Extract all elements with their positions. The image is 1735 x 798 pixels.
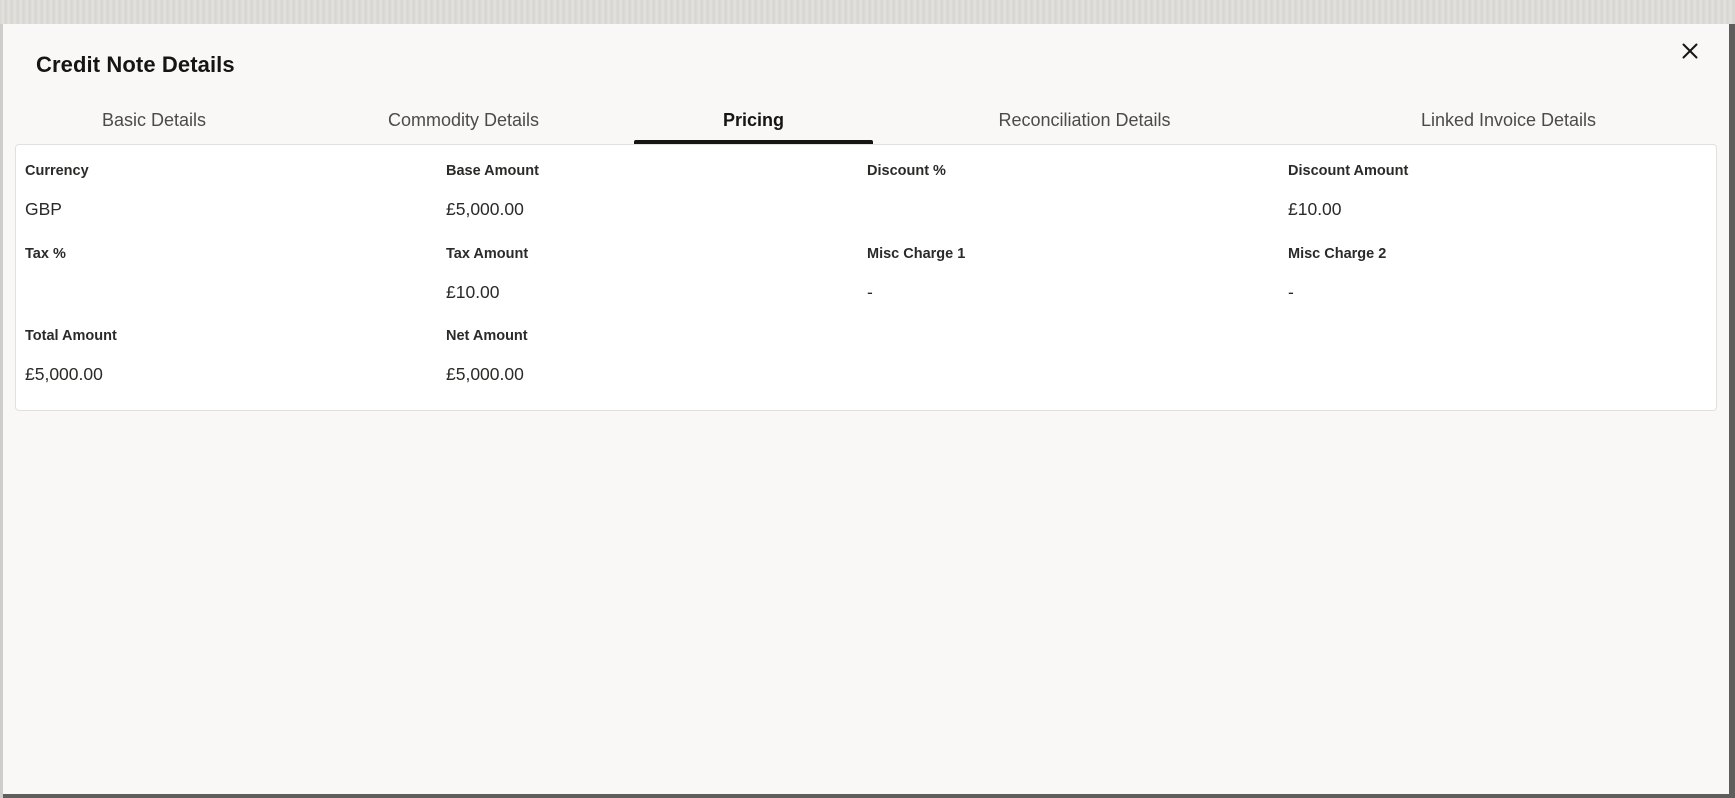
field-total-amount: Total Amount £5,000.00 — [25, 326, 425, 385]
field-label: Net Amount — [446, 328, 528, 344]
tab-label: Linked Invoice Details — [1420, 110, 1597, 130]
field-value — [25, 281, 425, 303]
field-value: GBP — [25, 199, 62, 219]
field-label: Tax Amount — [446, 246, 529, 262]
field-label: Base Amount — [446, 163, 539, 179]
tab-reconciliation-details[interactable]: Reconciliation Details — [873, 100, 1296, 144]
field-net-amount: Net Amount £5,000.00 — [446, 326, 846, 385]
field-value: £10.00 — [446, 282, 500, 302]
field-discount-percent: Discount % — [867, 161, 1267, 220]
field-value: £5,000.00 — [25, 364, 103, 384]
field-misc-charge-2: Misc Charge 2 - — [1288, 244, 1688, 303]
tab-label: Reconciliation Details — [998, 110, 1171, 130]
field-label: Misc Charge 2 — [1288, 246, 1387, 262]
field-currency: Currency GBP — [25, 161, 425, 220]
field-label: Discount % — [867, 163, 946, 179]
field-value: £5,000.00 — [446, 199, 524, 219]
credit-note-details-dialog: Credit Note Details Basic Details Commod… — [3, 24, 1729, 794]
field-misc-charge-1: Misc Charge 1 - — [867, 244, 1267, 303]
tab-pricing[interactable]: Pricing — [634, 100, 873, 144]
field-value: - — [1288, 282, 1294, 302]
field-tax-amount: Tax Amount £10.00 — [446, 244, 846, 303]
tab-label: Pricing — [722, 110, 784, 130]
tab-commodity-details[interactable]: Commodity Details — [293, 100, 634, 144]
pricing-panel: Currency GBP Base Amount £5,000.00 Disco… — [15, 144, 1717, 411]
field-tax-percent: Tax % — [25, 244, 425, 303]
field-base-amount: Base Amount £5,000.00 — [446, 161, 846, 220]
field-label: Discount Amount — [1288, 163, 1409, 179]
tab-bar: Basic Details Commodity Details Pricing … — [15, 100, 1721, 144]
tab-label: Commodity Details — [387, 110, 540, 130]
field-value: £10.00 — [1288, 199, 1342, 219]
close-button[interactable] — [1673, 34, 1707, 68]
tab-basic-details[interactable]: Basic Details — [15, 100, 293, 144]
tab-label: Basic Details — [101, 110, 207, 130]
background-app-strip — [0, 0, 1735, 24]
close-icon — [1682, 43, 1698, 59]
tab-linked-invoice-details[interactable]: Linked Invoice Details — [1296, 100, 1721, 144]
field-value: £5,000.00 — [446, 364, 524, 384]
dialog-title: Credit Note Details — [36, 52, 235, 77]
field-discount-amount: Discount Amount £10.00 — [1288, 161, 1688, 220]
field-value: - — [867, 282, 873, 302]
field-label: Tax % — [25, 246, 66, 262]
field-value — [867, 198, 1267, 220]
field-label: Currency — [25, 163, 89, 179]
field-label: Total Amount — [25, 328, 117, 344]
field-label: Misc Charge 1 — [867, 246, 966, 262]
